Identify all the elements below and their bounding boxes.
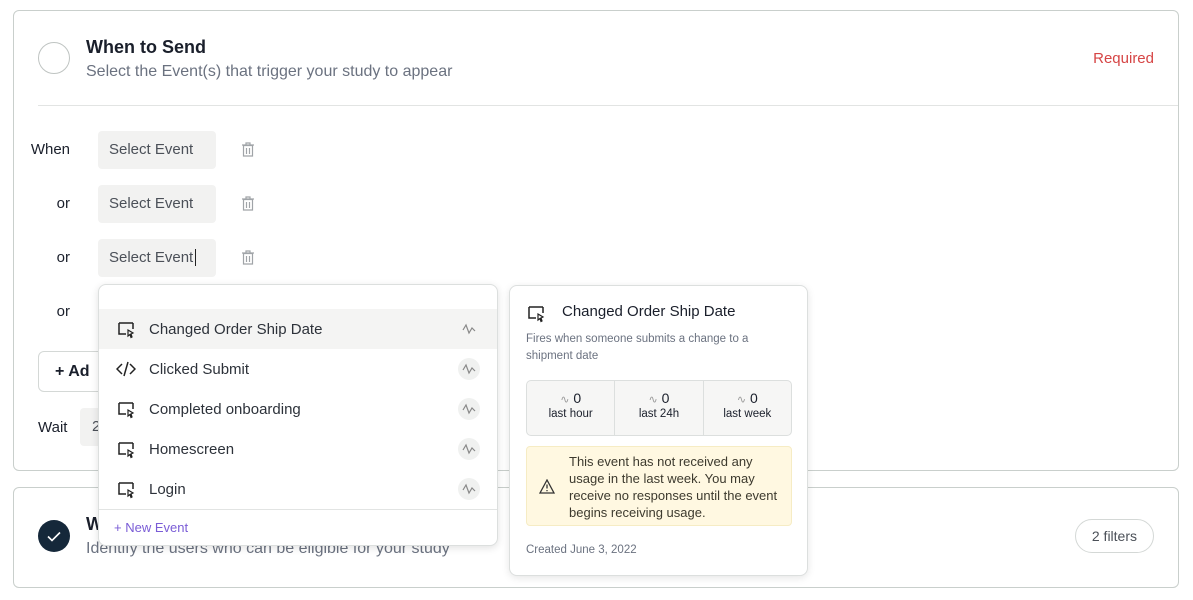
warning-icon: [539, 479, 555, 494]
event-cursor-icon: [528, 306, 545, 323]
check-icon: [38, 520, 70, 552]
dropdown-item[interactable]: Clicked Submit: [99, 349, 497, 389]
new-event-link[interactable]: + New Event: [114, 520, 188, 535]
activity-icon[interactable]: [458, 358, 480, 380]
text-caret: [195, 249, 201, 266]
trash-icon[interactable]: [241, 196, 255, 211]
activity-icon[interactable]: [458, 318, 480, 340]
section-subtitle: Select the Event(s) that trigger your st…: [86, 63, 453, 80]
item-label: Completed onboarding: [149, 400, 301, 418]
activity-icon[interactable]: [458, 438, 480, 460]
warning-text: This event has not received any usage in…: [569, 454, 778, 520]
usage-stats: ∿ 0 last hour ∿ 0 last 24h ∿ 0 last week: [526, 380, 792, 436]
item-label: Homescreen: [149, 440, 235, 458]
select-event-input[interactable]: Select Event: [98, 185, 216, 223]
trash-icon[interactable]: [241, 250, 255, 265]
trash-icon[interactable]: [241, 142, 255, 157]
warning-banner: This event has not received any usage in…: [526, 446, 792, 526]
row-label: When: [30, 141, 70, 158]
item-label: Changed Order Ship Date: [149, 320, 323, 338]
filters-badge[interactable]: 2 filters: [1074, 519, 1154, 553]
plus-icon: +: [55, 363, 65, 380]
step-status-circle: [38, 42, 70, 74]
event-description: Fires when someone submits a change to a…: [526, 333, 749, 362]
popover-title: Changed Order Ship Date: [562, 303, 736, 320]
stat-value: 0: [749, 390, 758, 406]
stat-label: last 24h: [638, 408, 680, 420]
select-event-input[interactable]: Select Event: [98, 131, 216, 169]
dropdown-item[interactable]: Homescreen: [99, 429, 497, 469]
section-title: When to Send: [86, 37, 206, 57]
event-cursor-icon: [118, 442, 135, 459]
stat-last-hour: ∿ 0 last hour: [527, 381, 616, 435]
stat-value: 0: [573, 390, 582, 406]
event-cursor-icon: [118, 322, 135, 339]
stat-label: last week: [723, 408, 772, 420]
item-label: Login: [149, 480, 186, 498]
event-details-popover: Changed Order Ship Date Fires when someo…: [509, 285, 808, 576]
divider: [38, 105, 1178, 106]
stat-label: last hour: [548, 408, 593, 420]
required-label: Required: [1093, 50, 1154, 67]
activity-icon: ∿: [648, 394, 658, 406]
wait-label: Wait: [38, 419, 68, 436]
row-label: or: [56, 303, 70, 320]
item-label: Clicked Submit: [149, 360, 250, 378]
created-date: Created June 3, 2022: [526, 544, 637, 556]
divider: [99, 509, 497, 510]
dropdown-item[interactable]: Login: [99, 469, 497, 509]
event-cursor-icon: [118, 482, 135, 499]
code-icon: [116, 361, 136, 377]
select-event-text: Select Event: [109, 249, 194, 266]
add-label: Ad: [68, 363, 90, 380]
stat-value: 0: [661, 390, 670, 406]
select-event-input-focused[interactable]: Select Event: [98, 239, 216, 277]
activity-icon[interactable]: [458, 478, 480, 500]
event-cursor-icon: [118, 402, 135, 419]
stat-last-week: ∿ 0 last week: [704, 381, 791, 435]
row-label: or: [56, 249, 70, 266]
activity-icon[interactable]: [458, 398, 480, 420]
stat-last-24h: ∿ 0 last 24h: [615, 381, 704, 435]
activity-icon: ∿: [736, 394, 747, 406]
activity-icon: ∿: [560, 394, 570, 406]
row-label: or: [56, 195, 70, 212]
dropdown-item[interactable]: Changed Order Ship Date: [99, 309, 497, 349]
event-dropdown: Changed Order Ship Date Clicked Submit C…: [98, 284, 498, 546]
dropdown-item[interactable]: Completed onboarding: [99, 389, 497, 429]
